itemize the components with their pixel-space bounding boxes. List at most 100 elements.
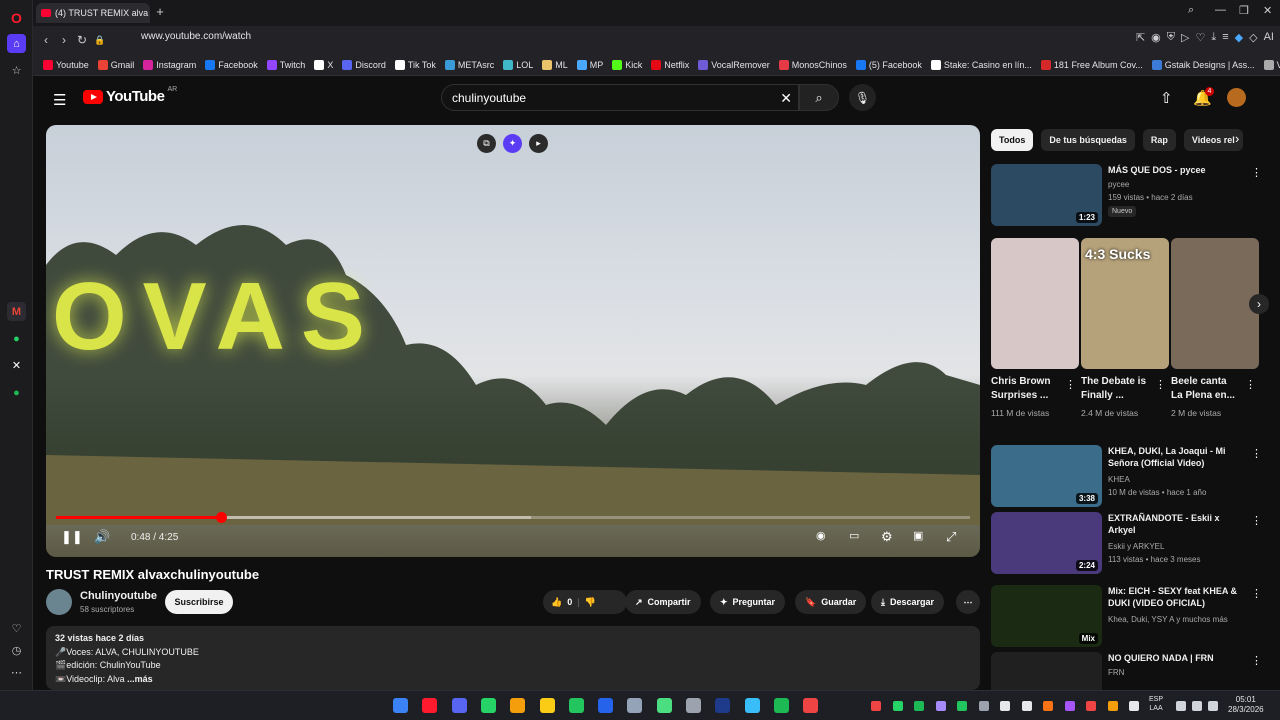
spotify-icon[interactable]: ● xyxy=(7,383,26,402)
channel-avatar[interactable] xyxy=(46,589,72,615)
channel-name[interactable]: Eskii y ARKYEL xyxy=(1108,541,1164,552)
photoshop-icon[interactable] xyxy=(715,698,731,713)
tray-icon[interactable] xyxy=(957,701,967,711)
bookmark-item[interactable]: Tik Tok xyxy=(394,59,436,70)
recommended-video[interactable]: 2:24 EXTRAÑANDOTE - Eskii x Arkyel Eskii y… xyxy=(991,512,1262,574)
bookmark-item[interactable]: Kick xyxy=(612,59,642,70)
clear-search-icon[interactable]: ✕ xyxy=(780,90,792,107)
forward-icon[interactable]: › xyxy=(55,33,73,47)
filter-chip[interactable]: Rap xyxy=(1142,129,1176,151)
new-tab-button[interactable]: + xyxy=(153,5,167,19)
bookmark-item[interactable]: VocalRemover xyxy=(698,59,770,70)
opera-logo-icon[interactable]: O xyxy=(7,8,26,27)
fullscreen-icon[interactable]: ⤢ xyxy=(946,529,956,545)
short-thumbnail[interactable]: 4:3 Sucks xyxy=(1081,238,1169,369)
bookmark-item[interactable]: (5) Facebook xyxy=(855,59,922,70)
wallet-icon[interactable]: ◇ xyxy=(1249,31,1257,44)
steam-icon[interactable] xyxy=(598,698,614,713)
search-tabs-icon[interactable]: ⌕ xyxy=(1188,4,1194,17)
windows-start-icon[interactable] xyxy=(393,698,408,713)
download-button[interactable]: ⤓ Descargar xyxy=(871,590,945,614)
chevron-right-icon[interactable]: › xyxy=(1235,131,1239,146)
tray-icon[interactable] xyxy=(1064,701,1075,711)
discord-icon[interactable] xyxy=(451,698,467,713)
search-button[interactable]: ⌕ xyxy=(799,84,839,111)
input-language[interactable]: ESP LAA xyxy=(1149,695,1163,713)
back-icon[interactable]: ‹ xyxy=(37,33,55,47)
tray-icon[interactable] xyxy=(978,701,989,711)
bookmark-item[interactable]: Gstaik Designs | Ass... xyxy=(1151,59,1255,70)
ai-icon[interactable]: AI xyxy=(1264,31,1274,44)
progress-bar[interactable] xyxy=(56,512,970,523)
maximize-button[interactable]: ❐ xyxy=(1239,4,1249,17)
more-options-icon[interactable]: ⋮ xyxy=(1251,654,1262,667)
bookmark-item[interactable]: Venex xyxy=(1263,59,1280,70)
more-options-icon[interactable]: ⋮ xyxy=(1251,587,1262,600)
tray-icon[interactable] xyxy=(935,701,946,711)
video-player[interactable]: OVAS ⧉ ✦ ▸ ❚❚ 🔊 0:48 / 4:25 ◉ ▭ ⚙ ▣ ⤢ xyxy=(46,125,980,557)
more-options-icon[interactable]: ⋮ xyxy=(1251,514,1262,527)
video-thumbnail[interactable]: Mix xyxy=(991,585,1102,647)
short-title[interactable]: Chris Brown Surprises ... xyxy=(991,375,1061,403)
short-thumbnail[interactable] xyxy=(1171,238,1259,369)
wifi-icon[interactable] xyxy=(1176,701,1186,711)
subtitles-icon[interactable]: ▭ xyxy=(849,529,859,542)
store-icon[interactable] xyxy=(627,698,643,713)
filter-chip[interactable]: De tus búsquedas xyxy=(1041,129,1135,151)
short-title[interactable]: Beele canta La Plena en... xyxy=(1171,375,1241,403)
bookmark-item[interactable]: ML xyxy=(542,59,568,70)
reload-icon[interactable]: ↻ xyxy=(73,33,91,47)
more-icon[interactable]: ⋯ xyxy=(7,663,26,682)
obs-icon[interactable] xyxy=(803,698,819,713)
star-icon[interactable]: ☆ xyxy=(7,61,26,80)
tray-icon[interactable] xyxy=(1107,701,1118,711)
bookmark-item[interactable]: MonosChinos xyxy=(778,59,847,70)
minimize-button[interactable]: — xyxy=(1215,4,1226,16)
gmail-icon[interactable]: M xyxy=(7,302,26,321)
share-page-icon[interactable]: ⇱ xyxy=(1136,31,1145,44)
battery-icon[interactable] xyxy=(1208,701,1218,711)
avatar[interactable] xyxy=(1227,88,1246,107)
short-title[interactable]: The Debate is Finally ... xyxy=(1081,375,1151,403)
game-icon[interactable] xyxy=(656,698,672,713)
play-icon[interactable]: ▷ xyxy=(1181,31,1189,44)
download-icon[interactable]: ⤓ xyxy=(1211,31,1216,44)
bookmark-item[interactable]: X xyxy=(314,59,333,70)
menu-icon[interactable]: ≡ xyxy=(1222,31,1228,44)
video-title[interactable]: EXTRAÑANDOTE - Eskii x Arkyel xyxy=(1108,512,1246,536)
like-icon[interactable]: 👍 xyxy=(551,597,562,608)
minecraft-icon[interactable] xyxy=(568,698,584,713)
more-options-icon[interactable]: ⋮ xyxy=(1245,378,1256,391)
history-icon[interactable]: ◷ xyxy=(7,641,26,660)
tray-icon[interactable] xyxy=(1086,701,1096,711)
ask-button[interactable]: ✦ Preguntar xyxy=(710,590,786,614)
video-thumbnail[interactable] xyxy=(991,652,1102,690)
bookmark-item[interactable]: Gmail xyxy=(97,59,134,70)
bookmark-item[interactable]: LOL xyxy=(503,59,533,70)
brave-icon[interactable] xyxy=(510,698,526,713)
bookmark-item[interactable]: METAsrc xyxy=(444,59,494,70)
bookmark-item[interactable]: Netflix xyxy=(651,59,689,70)
video-thumbnail[interactable]: 3:38 xyxy=(991,445,1102,507)
tray-icon[interactable] xyxy=(1021,701,1032,711)
dislike-icon[interactable]: 👎 xyxy=(585,597,596,608)
recommended-video[interactable]: NO QUIERO NADA | FRN FRN ⋮ xyxy=(991,652,1262,690)
video-title[interactable]: KHEA, DUKI, La Joaqui - Mi Señora (Offic… xyxy=(1108,445,1246,469)
video-title[interactable]: MÁS QUE DOS - pycee xyxy=(1108,164,1246,176)
whatsapp-icon[interactable] xyxy=(480,698,496,713)
bookmark-item[interactable]: MP xyxy=(576,59,603,70)
shorts-next-button[interactable]: › xyxy=(1249,294,1269,314)
more-options-icon[interactable]: ⋮ xyxy=(1065,378,1076,391)
video-title[interactable]: NO QUIERO NADA | FRN xyxy=(1108,652,1246,664)
upload-icon[interactable]: ⇧ xyxy=(1160,89,1173,107)
video-thumbnail[interactable]: 1:23 xyxy=(991,164,1102,226)
epic-icon[interactable] xyxy=(686,698,701,713)
skip-icon[interactable]: ▸ xyxy=(529,134,548,153)
spotify-icon[interactable] xyxy=(773,698,789,713)
channel-name[interactable]: FRN xyxy=(1108,667,1124,678)
whatsapp-icon[interactable]: ● xyxy=(7,329,26,348)
bookmark-item[interactable]: Instagram xyxy=(143,59,196,70)
mic-icon[interactable]: 🎙 xyxy=(849,84,876,111)
miniplayer-icon[interactable]: ⧉ xyxy=(477,134,496,153)
more-options-icon[interactable]: ⋮ xyxy=(1251,447,1262,460)
